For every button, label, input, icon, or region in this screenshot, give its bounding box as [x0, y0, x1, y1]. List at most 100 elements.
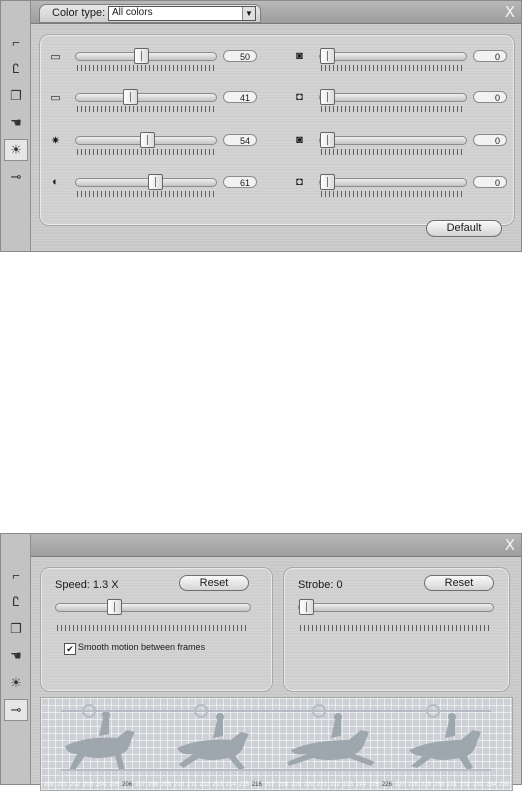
right-slider-thumb-4[interactable]	[320, 174, 335, 190]
left-slider-value-2[interactable]: 41	[223, 91, 257, 103]
close-icon[interactable]: X	[505, 3, 515, 21]
frame-number: 203	[83, 782, 94, 788]
left-slider-ticks-2	[77, 106, 215, 112]
strobe-label: Strobe: 0	[298, 579, 343, 591]
contrast-half-circle-icon: ◐	[52, 176, 59, 188]
right-slider-ticks-2	[321, 106, 465, 112]
right-slider-value-3[interactable]: 0	[473, 134, 507, 146]
hue-square-icon: ▭	[50, 50, 61, 63]
left-slider-thumb-1[interactable]	[134, 48, 149, 64]
effect-three-icon: ◙	[296, 134, 303, 146]
frame-number: 232	[460, 782, 471, 788]
right-slider-2[interactable]	[319, 89, 467, 105]
speed-slider[interactable]	[55, 599, 251, 615]
strobe-slider[interactable]	[298, 599, 494, 615]
frame-number: 211	[187, 782, 197, 788]
right-slider-thumb-3[interactable]	[320, 132, 335, 148]
frame-number: 217	[264, 782, 275, 788]
color-effects-panel: ⌐ Ꮭ ❐ ☚ ☀ ⊸ Color type: All colors ▼ X ▭…	[0, 0, 522, 252]
brightness-sun-icon: ✷	[50, 134, 61, 147]
default-button[interactable]: Default	[426, 220, 502, 237]
strobe-slider-thumb[interactable]	[299, 599, 314, 615]
frame-number: 201	[57, 782, 68, 788]
frame-number: 212	[199, 782, 210, 788]
color-effect-icon[interactable]: ☀	[4, 672, 28, 694]
left-slider-value-1[interactable]: 50	[223, 50, 257, 62]
hand-tool-icon[interactable]: ☚	[4, 112, 28, 134]
frame-number: 210	[174, 782, 185, 788]
frame-number: 207	[135, 782, 146, 788]
left-slider-thumb-4[interactable]	[148, 174, 163, 190]
corner-tool-icon[interactable]: ⌐	[4, 564, 28, 586]
frame-number: 202	[70, 782, 81, 788]
speed-effect-icon[interactable]: ⊸	[4, 166, 28, 188]
right-slider-thumb-2[interactable]	[320, 89, 335, 105]
left-slider-2[interactable]	[75, 89, 217, 105]
right-slider-value-1[interactable]: 0	[473, 50, 507, 62]
close-icon[interactable]: X	[505, 536, 515, 554]
smooth-motion-checkbox[interactable]: ✔	[64, 643, 76, 655]
left-slider-thumb-2[interactable]	[123, 89, 138, 105]
speed-slider-thumb[interactable]	[107, 599, 122, 615]
strobe-reset-button[interactable]: Reset	[424, 575, 494, 591]
horse-figure	[65, 711, 135, 770]
frame-number: 218	[277, 782, 288, 788]
chevron-down-icon[interactable]: ▼	[242, 7, 255, 20]
right-slider-value-2[interactable]: 0	[473, 91, 507, 103]
copy-tool-icon[interactable]: ❐	[4, 85, 28, 107]
text-tool-icon[interactable]: Ꮭ	[4, 591, 28, 613]
right-slider-ticks-4	[321, 191, 465, 197]
left-slider-value-3[interactable]: 54	[223, 134, 257, 146]
frame-number: 228	[408, 782, 419, 788]
frame-number: 214	[225, 782, 236, 788]
right-slider-ticks-1	[321, 65, 465, 71]
frame-number: 215	[238, 782, 249, 788]
left-slider-3[interactable]	[75, 132, 217, 148]
left-slider-1[interactable]	[75, 48, 217, 64]
frame-number: 230	[434, 782, 445, 788]
corner-tool-icon[interactable]: ⌐	[4, 31, 28, 53]
speed-effect-icon[interactable]: ⊸	[4, 699, 28, 721]
right-slider-4[interactable]	[319, 174, 467, 190]
strobe-slider-ticks	[300, 625, 492, 631]
speed-label: Speed: 1.3 X	[55, 579, 119, 591]
color-effects-body: ▭ 50 ▭ 41 ✷ 54 ◐ 61 ◙ 0 ◘ 0 ◙ 0 ◘ 0 Default	[31, 24, 521, 251]
left-slider-ticks-3	[77, 149, 215, 155]
left-slider-value-4[interactable]: 61	[223, 176, 257, 188]
speed-group: Speed: 1.3 X Reset ✔ Smooth motion betwe…	[40, 567, 273, 692]
speed-reset-button[interactable]: Reset	[179, 575, 249, 591]
effect-four-icon: ◘	[296, 176, 303, 188]
frame-number: 206	[122, 782, 133, 788]
left-slider-thumb-3[interactable]	[140, 132, 155, 148]
frame-number: 233	[473, 782, 484, 788]
frame-number: 235	[499, 782, 510, 788]
right-slider-1[interactable]	[319, 48, 467, 64]
horse-figure	[177, 713, 249, 770]
right-slider-thumb-1[interactable]	[320, 48, 335, 64]
frame-number: 208	[148, 782, 159, 788]
text-tool-icon[interactable]: Ꮭ	[4, 58, 28, 80]
copy-tool-icon[interactable]: ❐	[4, 618, 28, 640]
left-slider-4[interactable]	[75, 174, 217, 190]
hand-tool-icon[interactable]: ☚	[4, 645, 28, 667]
frame-number: 200	[44, 782, 55, 788]
color-type-select[interactable]: All colors ▼	[108, 6, 256, 21]
frame-number: 222	[329, 782, 340, 788]
frame-number: 224	[355, 782, 366, 788]
frame-number: 229	[421, 782, 432, 788]
left-slider-ticks-4	[77, 191, 215, 197]
frame-number: 234	[486, 782, 497, 788]
color-sliders-group	[39, 34, 515, 226]
right-slider-3[interactable]	[319, 132, 467, 148]
horse-frames-illustration	[61, 704, 491, 771]
frame-number: 205	[109, 782, 120, 788]
frame-number: 231	[447, 782, 458, 788]
color-type-value: All colors	[112, 7, 153, 18]
right-slider-ticks-3	[321, 149, 465, 155]
frame-number: 204	[96, 782, 107, 788]
right-slider-value-4[interactable]: 0	[473, 176, 507, 188]
horse-figure	[287, 713, 375, 766]
saturation-square-icon: ▭	[50, 91, 61, 104]
color-effect-icon[interactable]: ☀	[4, 139, 28, 161]
effects-toolbar: ⌐ Ꮭ ❐ ☚ ☀ ⊸	[1, 1, 31, 251]
